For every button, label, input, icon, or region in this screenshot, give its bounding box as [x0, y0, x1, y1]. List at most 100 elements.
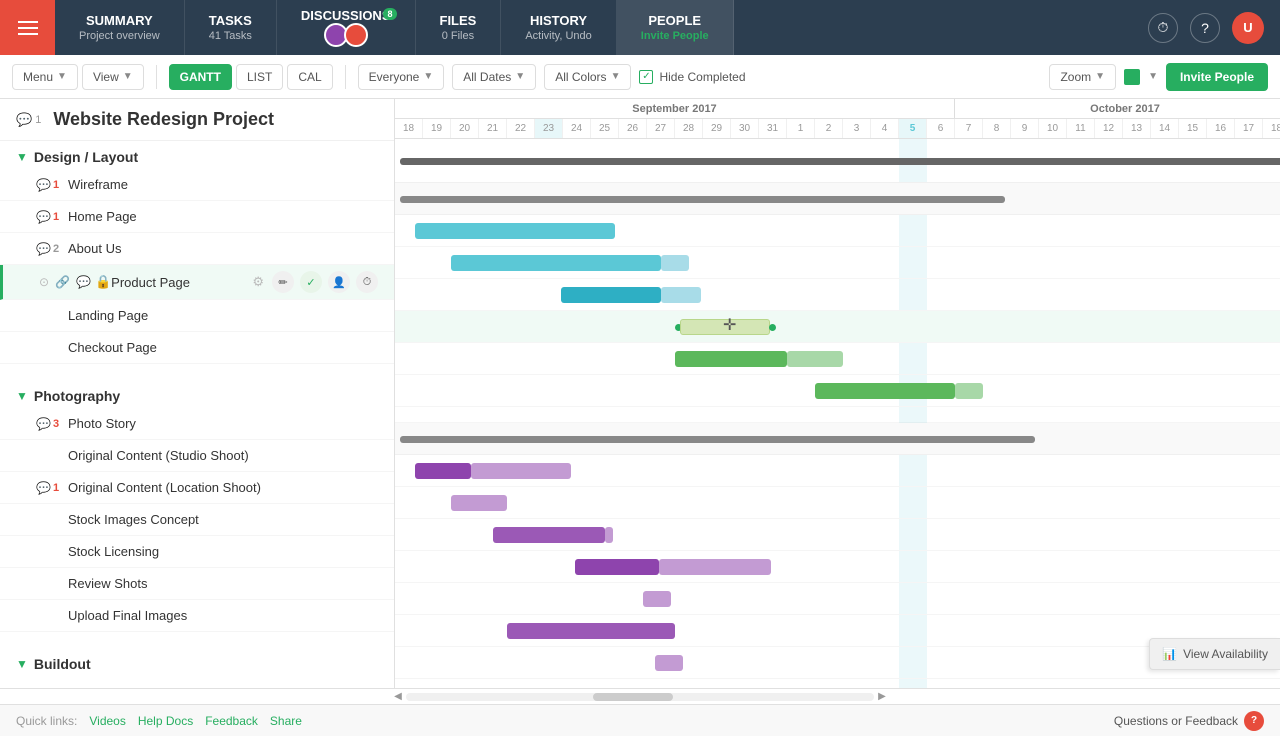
- scrollbar-thumb[interactable]: [593, 693, 673, 701]
- bar-reviewshots: [507, 623, 675, 639]
- bar-stockimages-2: [659, 559, 771, 575]
- tab-files[interactable]: FILES 0 Files: [416, 0, 502, 55]
- tab-people[interactable]: PEOPLE Invite People: [617, 0, 734, 55]
- gantt-row-uploadfinal: [395, 647, 1280, 679]
- task-row-homepage[interactable]: 💬 1 Home Page: [0, 201, 394, 233]
- hamburger-menu[interactable]: [0, 0, 55, 55]
- colors-chevron-icon: ▼: [611, 71, 621, 82]
- top-navigation: SUMMARY Project overview TASKS 41 Tasks …: [0, 0, 1280, 55]
- edit-action-icon[interactable]: ✏: [272, 271, 294, 293]
- zoom-chevron-icon: ▼: [1095, 71, 1105, 82]
- section-toggle-photography[interactable]: ▼: [16, 389, 28, 403]
- gantt-body: ✛: [395, 139, 1280, 688]
- tab-summary[interactable]: SUMMARY Project overview: [55, 0, 185, 55]
- list-btn[interactable]: LIST: [236, 64, 283, 90]
- color-chevron-icon[interactable]: ▼: [1148, 71, 1158, 82]
- everyone-chevron-icon: ▼: [423, 71, 433, 82]
- tab-tasks[interactable]: TASKS 41 Tasks: [185, 0, 277, 55]
- task-row-productpage[interactable]: ⊙ 🔗 💬 🔒 Product Page ⚙ ✏ ✓ 👤 ⏱: [0, 265, 394, 300]
- bar-aboutus-ext: [661, 287, 701, 303]
- bar-checkoutpage: [815, 383, 955, 399]
- project-title-row: 💬 1 Website Redesign Project: [0, 99, 394, 141]
- bar-stockimages-1: [575, 559, 659, 575]
- clock-action-icon[interactable]: ⏱: [356, 271, 378, 293]
- task-comment-wireframe: 💬 1: [36, 178, 60, 192]
- task-row-landingpage[interactable]: Landing Page: [0, 300, 394, 332]
- menu-chevron-icon: ▼: [57, 71, 67, 82]
- quicklink-share[interactable]: Share: [270, 714, 302, 728]
- bar-originallocation-ext: [605, 527, 613, 543]
- gantt-row-productpage[interactable]: ✛: [395, 311, 1280, 343]
- bar-originallocation: [493, 527, 605, 543]
- all-colors-filter[interactable]: All Colors ▼: [544, 64, 631, 90]
- comment-bubble-icon: 💬: [36, 417, 51, 431]
- task-name-originallocation: Original Content (Location Shoot): [68, 480, 378, 495]
- zoom-button[interactable]: Zoom ▼: [1049, 64, 1116, 90]
- date-header: 18 19 20 21 22 23 24 25 26 27 28 29 30 3…: [395, 119, 1280, 139]
- gantt-gap-1: [395, 407, 1280, 423]
- gantt-btn[interactable]: GANTT: [169, 64, 232, 90]
- task-comment-photostory: 💬 3: [36, 417, 60, 431]
- section-toggle-design[interactable]: ▼: [16, 150, 28, 164]
- view-chevron-icon: ▼: [123, 71, 133, 82]
- comment-bubble-icon: 💬: [36, 210, 51, 224]
- gantt-row-stockimages: [395, 551, 1280, 583]
- task-row-originallocation[interactable]: 💬 1 Original Content (Location Shoot): [0, 472, 394, 504]
- hide-completed-toggle[interactable]: Hide Completed: [639, 70, 745, 84]
- tab-discussions[interactable]: DISCUSSIONS 8: [277, 0, 416, 55]
- scroll-right-arrow[interactable]: ▶: [874, 689, 890, 705]
- everyone-filter[interactable]: Everyone ▼: [358, 64, 445, 90]
- help-icon[interactable]: ?: [1190, 13, 1220, 43]
- project-title: Website Redesign Project: [53, 109, 274, 130]
- gantt-row-design-section: [395, 183, 1280, 215]
- today-col: 23: [535, 119, 563, 138]
- task-name-aboutus: About Us: [68, 241, 378, 256]
- task-row-aboutus[interactable]: 💬 2 About Us: [0, 233, 394, 265]
- quicklink-helpdocs[interactable]: Help Docs: [138, 714, 193, 728]
- task-row-originalstudio[interactable]: Original Content (Studio Shoot): [0, 440, 394, 472]
- task-row-uploadfinal[interactable]: Upload Final Images: [0, 600, 394, 632]
- tab-history[interactable]: HISTORY Activity, Undo: [501, 0, 616, 55]
- check-action-icon[interactable]: ✓: [300, 271, 322, 293]
- section-photography[interactable]: ▼ Photography: [0, 380, 394, 408]
- section-toggle-buildout[interactable]: ▼: [16, 657, 28, 671]
- task-row-stockimages[interactable]: Stock Images Concept: [0, 504, 394, 536]
- cal-btn[interactable]: CAL: [287, 64, 332, 90]
- gantt-row-wireframe: [395, 215, 1280, 247]
- avatar-2: [344, 23, 368, 47]
- view-button[interactable]: View ▼: [82, 64, 144, 90]
- view-availability-button[interactable]: 📊 View Availability: [1149, 638, 1280, 670]
- scroll-left-arrow[interactable]: ◀: [390, 689, 406, 705]
- menu-button[interactable]: Menu ▼: [12, 64, 78, 90]
- quicklink-videos[interactable]: Videos: [89, 714, 125, 728]
- task-name-stockimages: Stock Images Concept: [68, 512, 378, 527]
- task-row-checkoutpage[interactable]: Checkout Page: [0, 332, 394, 364]
- task-row-reviewshots[interactable]: Review Shots: [0, 568, 394, 600]
- comment-bubble-icon: 💬: [36, 481, 51, 495]
- bar-aboutus: [561, 287, 661, 303]
- drag-cursor-indicator: ✛: [723, 315, 736, 335]
- link-icon: 🔗: [55, 275, 70, 289]
- task-row-photostory[interactable]: 💬 3 Photo Story: [0, 408, 394, 440]
- bar-homepage: [451, 255, 661, 271]
- section-design-layout[interactable]: ▼ Design / Layout: [0, 141, 394, 169]
- task-name-homepage: Home Page: [68, 209, 378, 224]
- quicklink-feedback[interactable]: Feedback: [205, 714, 258, 728]
- all-dates-filter[interactable]: All Dates ▼: [452, 64, 536, 90]
- task-row-stocklicensing[interactable]: Stock Licensing: [0, 536, 394, 568]
- clock-icon[interactable]: ⏱: [1148, 13, 1178, 43]
- questions-feedback-btn[interactable]: Questions or Feedback ?: [1114, 711, 1264, 731]
- section-name-design: Design / Layout: [34, 149, 138, 165]
- project-comment-badge: 💬 1: [16, 112, 41, 128]
- task-row-wireframe[interactable]: 💬 1 Wireframe: [0, 169, 394, 201]
- section-buildout[interactable]: ▼ Buildout: [0, 648, 394, 676]
- gantt-gap-2: [395, 679, 1280, 688]
- user-avatar[interactable]: U: [1232, 12, 1264, 44]
- invite-people-button[interactable]: Invite People: [1166, 63, 1268, 91]
- gantt-row-checkoutpage: [395, 375, 1280, 407]
- task-name-productpage: Product Page: [111, 275, 252, 290]
- scrollbar-track[interactable]: [406, 693, 874, 701]
- view-mode-group: GANTT LIST CAL: [169, 64, 333, 90]
- person-action-icon[interactable]: 👤: [328, 271, 350, 293]
- task-name-stocklicensing: Stock Licensing: [68, 544, 378, 559]
